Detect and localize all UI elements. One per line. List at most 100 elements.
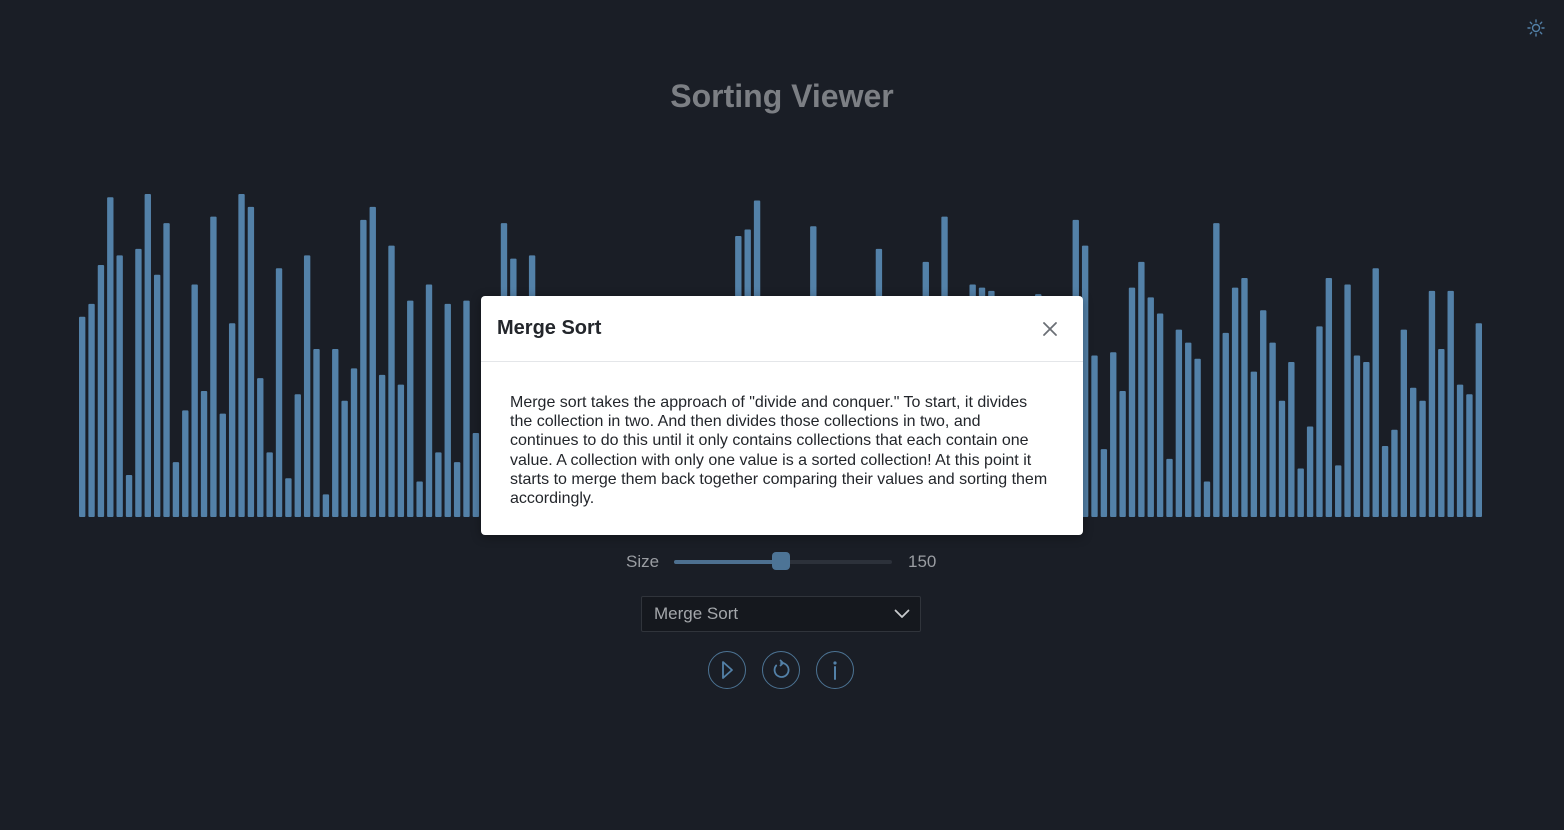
array-bar <box>1231 287 1239 517</box>
array-bar <box>369 206 376 517</box>
array-bar <box>360 219 367 517</box>
slider-thumb[interactable] <box>771 552 790 570</box>
array-bar <box>1381 445 1389 517</box>
info-button[interactable] <box>816 651 854 689</box>
array-bar <box>1110 352 1117 517</box>
array-bar <box>1194 358 1201 517</box>
array-bar <box>1213 223 1220 517</box>
array-bar <box>1325 277 1333 517</box>
array-bar <box>1147 297 1154 517</box>
algorithm-info-modal: Merge Sort Merge sort takes the approach… <box>481 296 1083 535</box>
array-bar <box>1119 391 1126 517</box>
array-bar <box>1363 361 1370 517</box>
modal-title: Merge Sort <box>497 317 602 339</box>
algorithm-select-value: Merge Sort <box>654 604 739 623</box>
array-bar <box>1288 361 1295 517</box>
size-control: Size 150 <box>626 550 936 574</box>
array-bar <box>1241 277 1248 517</box>
array-bar <box>1391 429 1398 517</box>
array-bar <box>238 194 245 517</box>
array-bar <box>1250 371 1258 517</box>
array-bar <box>1456 384 1464 517</box>
array-bar <box>1372 268 1379 517</box>
array-bar <box>397 384 405 517</box>
array-bar <box>210 216 217 517</box>
array-bar <box>116 255 123 517</box>
array-bar <box>247 206 255 517</box>
action-buttons <box>708 651 854 689</box>
array-bar <box>1353 355 1361 517</box>
theme-toggle-button[interactable] <box>1524 16 1548 40</box>
array-bar <box>472 433 480 517</box>
array-bar <box>219 413 226 517</box>
array-bar <box>1447 290 1454 517</box>
array-bar <box>1156 313 1164 517</box>
array-bar <box>388 245 395 517</box>
app-page: Sorting Viewer Size 150 Merge Sort Merge… <box>0 0 1564 830</box>
array-bar <box>378 374 386 517</box>
sun-icon <box>1527 19 1545 37</box>
size-slider[interactable] <box>674 550 892 574</box>
array-bar <box>1419 400 1426 517</box>
array-bar <box>275 268 283 517</box>
array-bar <box>1475 323 1482 517</box>
array-bar <box>285 478 292 517</box>
array-bar <box>107 197 114 517</box>
array-bar <box>135 248 142 517</box>
array-bar <box>1128 287 1136 517</box>
array-bar <box>1344 284 1351 517</box>
array-bar <box>1138 261 1145 517</box>
array-bar <box>97 265 105 517</box>
array-bar <box>341 400 348 517</box>
array-bar <box>350 368 358 517</box>
array-bar <box>1278 400 1286 517</box>
array-bar <box>1438 349 1445 517</box>
array-bar <box>125 475 133 517</box>
modal-body: Merge sort takes the approach of "divide… <box>510 394 1048 508</box>
array-bar <box>1100 449 1108 517</box>
array-bar <box>79 316 86 517</box>
array-bar <box>313 349 320 517</box>
array-bar <box>303 255 311 517</box>
array-bar <box>88 303 95 517</box>
reset-button[interactable] <box>762 651 800 689</box>
array-bar <box>322 494 330 517</box>
array-bar <box>172 462 180 517</box>
array-bar <box>257 378 264 517</box>
modal-header: Merge Sort <box>481 296 1083 362</box>
array-bar <box>1335 465 1342 517</box>
array-bar <box>1091 355 1098 517</box>
close-icon <box>1043 321 1057 336</box>
array-bar <box>1410 387 1417 517</box>
array-bar <box>1260 310 1267 517</box>
array-bar <box>463 300 470 517</box>
array-bar <box>1185 342 1192 517</box>
array-bar <box>163 223 170 517</box>
page-title: Sorting Viewer <box>670 78 894 114</box>
array-bar <box>294 394 301 517</box>
array-bar <box>444 303 451 517</box>
chevron-down-icon <box>894 609 910 618</box>
reset-icon <box>773 659 790 678</box>
array-bar <box>1466 394 1473 517</box>
play-icon <box>722 661 733 679</box>
array-bar <box>228 323 236 517</box>
size-value: 150 <box>908 552 937 571</box>
array-bar <box>153 274 161 517</box>
array-bar <box>1222 332 1229 517</box>
array-bar <box>266 452 273 517</box>
modal-close-button[interactable] <box>1039 318 1061 340</box>
array-bar <box>1400 329 1408 517</box>
array-bar <box>407 300 414 517</box>
array-bar <box>191 284 198 517</box>
slider-fill <box>674 560 781 564</box>
array-bar <box>1175 329 1183 517</box>
algorithm-select[interactable]: Merge Sort <box>641 596 921 632</box>
array-bar <box>1428 290 1436 517</box>
array-bar <box>453 462 461 517</box>
play-button[interactable] <box>708 651 746 689</box>
array-bar <box>332 349 339 517</box>
array-bar <box>425 284 433 517</box>
array-bar <box>416 481 423 517</box>
array-bar <box>1306 426 1314 517</box>
